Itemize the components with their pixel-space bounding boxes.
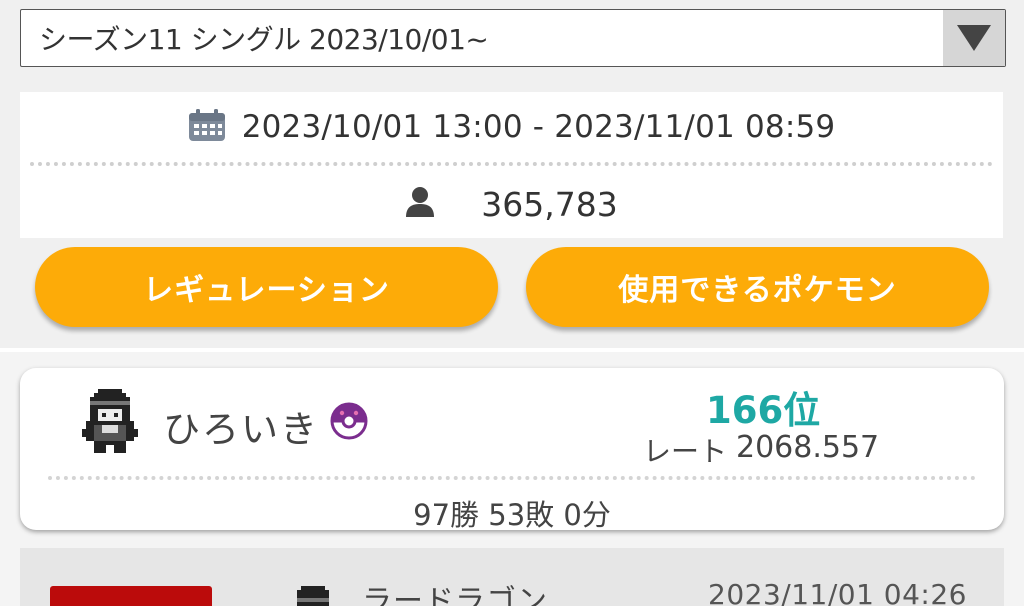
triangle-down-icon[interactable] [943, 10, 1005, 66]
trainer-avatar-icon [82, 388, 138, 454]
master-ball-icon [330, 402, 368, 440]
section-separator [0, 348, 1024, 352]
player-name: ひろいき [163, 408, 319, 451]
calendar-icon [188, 108, 226, 146]
rate-label: レート [643, 435, 728, 468]
dotted-divider [48, 476, 976, 480]
player-rank: 166位 [706, 389, 821, 432]
player-count: 365,783 [481, 184, 618, 224]
usable-pokemon-button[interactable]: 使用できるポケモン [526, 247, 989, 327]
season-period-row: 2023/10/01 13:00 - 2023/11/01 08:59 [20, 92, 1003, 162]
win-loss-record: 97勝 53敗 0分 [413, 498, 611, 532]
season-info-panel: 2023/10/01 13:00 - 2023/11/01 08:59 365,… [20, 92, 1003, 238]
rate-value: 2068.557 [736, 430, 880, 465]
season-players-row: 365,783 [20, 166, 1003, 242]
season-period: 2023/10/01 13:00 - 2023/11/01 08:59 [241, 109, 836, 145]
season-select[interactable]: シーズン11 シングル 2023/10/01~ [20, 9, 1006, 67]
battle-list-item[interactable]: ラードラゴン 2023/11/01 04:26 [20, 548, 1004, 606]
result-badge [50, 586, 212, 606]
person-icon [405, 186, 435, 222]
battle-time: 2023/11/01 04:26 [708, 578, 967, 606]
opponent-avatar-icon [289, 582, 337, 606]
player-card[interactable]: ひろいき 166位 レート 2068.557 97勝 53敗 0分 [20, 368, 1004, 532]
regulation-button[interactable]: レギュレーション [35, 247, 498, 327]
season-select-value: シーズン11 シングル 2023/10/01~ [39, 23, 489, 56]
opponent-name: ラードラゴン [362, 584, 548, 606]
